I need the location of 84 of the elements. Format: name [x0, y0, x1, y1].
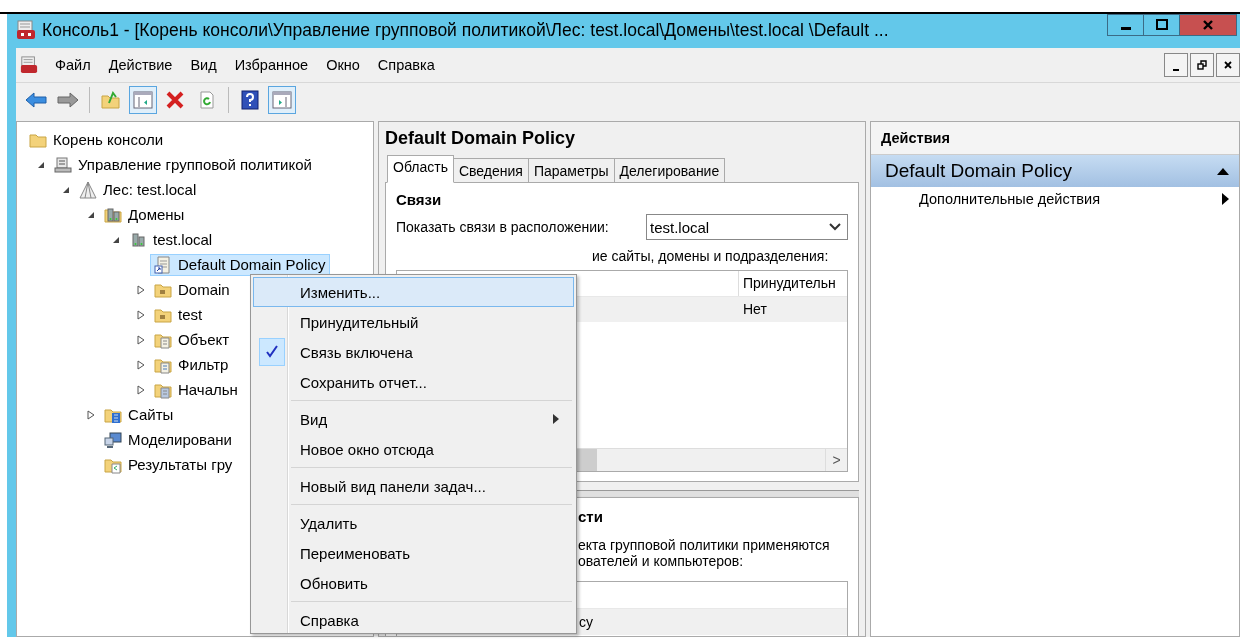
collapsed-arrow-icon[interactable]: [137, 284, 145, 295]
section-heading: Связи: [396, 191, 443, 208]
menu-item[interactable]: Файл: [46, 57, 100, 73]
tree-item[interactable]: Начальн: [150, 378, 242, 401]
server-icon: [54, 155, 72, 174]
forward-arrow-icon: [57, 91, 79, 109]
maximize-button[interactable]: [1143, 14, 1180, 36]
context-menu-item[interactable]: Новый вид панели задач...: [253, 471, 574, 501]
triangle-icon: [79, 180, 97, 199]
column-header[interactable]: Принудительн: [738, 271, 847, 296]
document-shortcut-icon: [154, 255, 172, 274]
context-menu-item[interactable]: Вид: [253, 404, 574, 434]
pane-icon: [272, 91, 292, 109]
tree-item[interactable]: Фильтр: [150, 353, 233, 376]
minimize-icon: [1173, 69, 1179, 71]
tree-item[interactable]: Управление групповой политикой: [50, 153, 316, 176]
context-menu-item[interactable]: Изменить...: [253, 277, 574, 307]
tree-item[interactable]: Домены: [100, 203, 189, 226]
minimize-button[interactable]: [1164, 53, 1188, 77]
actions-section-header[interactable]: Default Domain Policy: [871, 155, 1239, 187]
context-menu-item[interactable]: Удалить: [253, 508, 574, 538]
tree-item[interactable]: Лес: test.local: [75, 178, 201, 201]
collapsed-arrow-icon[interactable]: [87, 409, 95, 420]
help-icon: [241, 90, 259, 110]
description-text: екта групповой политики применяются: [577, 537, 831, 553]
window-title: Консоль1 - [Корень консоли\Управление групповой политикой\Лес: test.local\Домены\test.local \Default ...: [42, 19, 890, 41]
menu-item[interactable]: Окно: [317, 57, 369, 73]
maximize-icon: [1154, 18, 1169, 32]
context-menu-item[interactable]: Сохранить отчет...: [253, 367, 574, 397]
domain-icon: [104, 205, 122, 224]
expanded-arrow-icon[interactable]: [62, 185, 70, 194]
collapsed-arrow-icon[interactable]: [137, 334, 145, 345]
menu-item[interactable]: Справка: [368, 57, 444, 73]
menu-item[interactable]: Вид: [181, 57, 226, 73]
context-menu-item[interactable]: Справка: [253, 605, 574, 635]
tab[interactable]: Делегирование: [613, 158, 726, 183]
close-button[interactable]: [1216, 53, 1240, 77]
tree-item[interactable]: Default Domain Policy: [150, 253, 330, 276]
tree-item[interactable]: test.local: [125, 228, 217, 251]
table-cell-text: Нет: [742, 300, 768, 319]
location-dropdown[interactable]: test.local: [646, 214, 848, 240]
action-link[interactable]: Дополнительные действия: [919, 191, 1100, 207]
expanded-arrow-icon[interactable]: [87, 210, 95, 219]
domain-icon: [129, 230, 147, 249]
close-icon: [1223, 60, 1233, 70]
actions-heading: Действия: [871, 122, 1239, 155]
context-menu-item[interactable]: Принудительный: [253, 307, 574, 337]
collapsed-arrow-icon[interactable]: [137, 309, 145, 320]
restore-button[interactable]: [1190, 53, 1214, 77]
minimize-icon: [1120, 26, 1131, 30]
collapsed-arrow-icon[interactable]: [137, 384, 145, 395]
section-heading: сти: [577, 508, 604, 525]
chevron-down-icon: [829, 223, 841, 231]
menu-item[interactable]: Избранное: [225, 57, 318, 73]
tree-item[interactable]: Результаты гру: [100, 453, 237, 476]
tab[interactable]: Область: [387, 155, 454, 183]
close-icon: [1201, 18, 1215, 32]
menu-item[interactable]: Действие: [99, 57, 182, 73]
app-icon: [20, 56, 38, 74]
tree-item[interactable]: Объект: [150, 328, 234, 351]
app-icon: [16, 20, 36, 40]
back-arrow-icon: [25, 91, 47, 109]
tree-item[interactable]: Domain: [150, 278, 234, 301]
caption-text: ие сайты, домены и подразделения:: [591, 248, 830, 264]
tree-item[interactable]: Моделировани: [100, 428, 236, 451]
folder-up-icon: [101, 91, 121, 109]
tree-item[interactable]: Сайты: [100, 403, 178, 426]
table-cell-text: cy: [578, 614, 593, 630]
context-menu-item[interactable]: Связь включена: [253, 337, 574, 367]
collapsed-arrow-icon[interactable]: [137, 359, 145, 370]
computer-icon: [104, 430, 122, 449]
tree-item[interactable]: test: [150, 303, 207, 326]
expanded-arrow-icon[interactable]: [112, 235, 120, 244]
policy-title: Default Domain Policy: [385, 128, 577, 149]
context-menu-item[interactable]: Обновить: [253, 568, 574, 598]
location-label: Показать связи в расположении:: [396, 219, 609, 235]
context-menu-item[interactable]: Переименовать: [253, 538, 574, 568]
tree-item[interactable]: Корень консоли: [25, 128, 168, 151]
delete-icon: [165, 91, 185, 109]
expanded-arrow-icon[interactable]: [37, 160, 45, 169]
minimize-button[interactable]: [1107, 14, 1144, 36]
pane-icon: [133, 91, 153, 109]
restore-icon: [1197, 60, 1207, 70]
refresh-icon: [199, 91, 215, 109]
